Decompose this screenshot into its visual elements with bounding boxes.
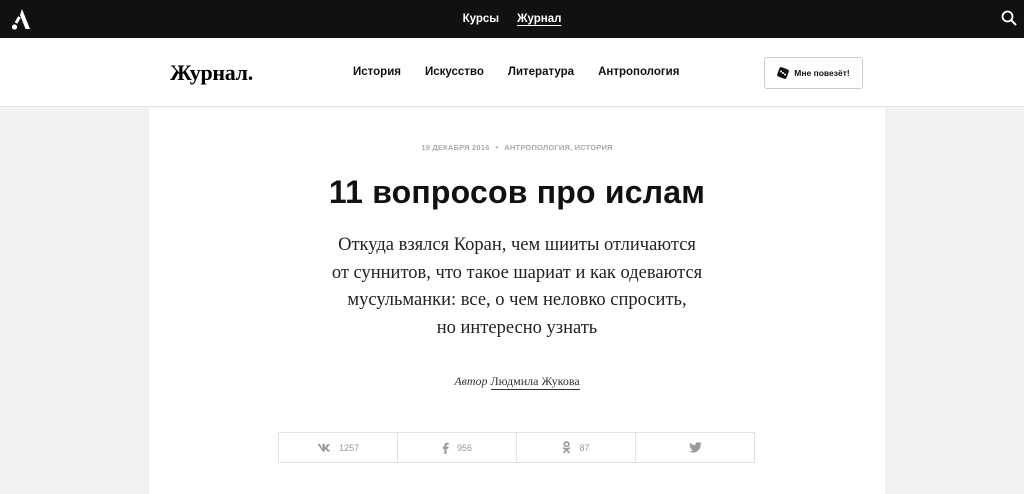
author-name-link[interactable]: Людмила Жукова — [490, 374, 580, 390]
search-icon[interactable] — [1001, 10, 1017, 26]
top-nav-courses[interactable]: Курсы — [463, 13, 500, 25]
top-bar: Курсы Журнал — [0, 0, 1024, 38]
share-ok-button[interactable]: 87 — [517, 433, 636, 462]
share-facebook-count: 956 — [456, 442, 473, 453]
article-lead-line: мусульманки: все, о чем неловко спросить… — [347, 290, 687, 310]
article-author: Автор Людмила Жукова — [149, 374, 885, 390]
journal-header: Журнал. История Искусство Литература Ант… — [0, 38, 1024, 107]
article-lead-line: Откуда взялся Коран, чем шииты отличаютс… — [338, 235, 696, 255]
article-date: 19 ДЕКАБРЯ 2016 — [421, 143, 490, 152]
section-nav: История Искусство Литература Антропологи… — [353, 66, 679, 78]
section-nav-literature[interactable]: Литература — [508, 66, 574, 78]
dice-icon — [777, 67, 790, 79]
share-bar: 1257 956 87 — [278, 432, 755, 463]
facebook-icon — [442, 442, 449, 454]
meta-separator: • — [495, 143, 499, 152]
section-nav-anthropology[interactable]: Антропология — [598, 66, 679, 78]
share-twitter-button[interactable] — [636, 433, 754, 462]
journal-brand-logo[interactable]: Журнал. — [170, 60, 253, 86]
article-meta: 19 ДЕКАБРЯ 2016 • АНТРОПОЛОГИЯ, ИСТОРИЯ — [149, 143, 885, 152]
share-vk-count: 1257 — [338, 442, 360, 453]
author-label: Автор — [454, 374, 488, 388]
section-nav-history[interactable]: История — [353, 66, 401, 78]
article-card: 19 ДЕКАБРЯ 2016 • АНТРОПОЛОГИЯ, ИСТОРИЯ 11… — [149, 108, 885, 494]
vk-icon — [317, 444, 331, 452]
article-categories[interactable]: АНТРОПОЛОГИЯ, ИСТОРИЯ — [504, 143, 612, 152]
feeling-lucky-label: Мне повезёт! — [794, 68, 850, 78]
article-lead: Откуда взялся Коран, чем шииты отличаютс… — [279, 232, 755, 342]
share-vk-button[interactable]: 1257 — [279, 433, 398, 462]
twitter-icon — [688, 442, 702, 453]
article-title: 11 вопросов про ислам — [328, 174, 706, 210]
section-nav-art[interactable]: Искусство — [425, 66, 484, 78]
article-lead-line: от суннитов, что такое шариат и как одев… — [331, 262, 703, 283]
feeling-lucky-button[interactable]: Мне повезёт! — [764, 57, 863, 89]
share-ok-count: 87 — [579, 442, 590, 453]
top-nav: Курсы Журнал — [0, 0, 1024, 38]
ok-icon — [563, 441, 571, 454]
article-lead-line: но интересно узнать — [436, 317, 598, 338]
share-facebook-button[interactable]: 956 — [398, 433, 517, 462]
top-nav-journal[interactable]: Журнал — [517, 13, 561, 25]
